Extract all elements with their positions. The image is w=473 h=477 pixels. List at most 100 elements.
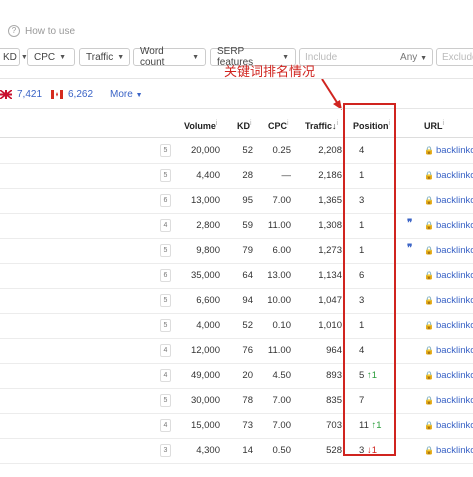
cpc-cell: 7.00 <box>272 420 292 431</box>
volume-cell: 35,000 <box>190 270 220 281</box>
url-link[interactable]: 🔒 backlinko <box>424 220 473 231</box>
cpc-cell: 10.00 <box>267 295 291 306</box>
column-url-label: URL <box>424 121 443 131</box>
volume-cell: 30,000 <box>190 395 220 406</box>
url-link[interactable]: 🔒 backlinko <box>424 245 473 256</box>
table-row: 5 4,400 28—2,186 1 🔒 backlinko <box>0 163 473 189</box>
traffic-cell: 1,365 <box>318 195 342 206</box>
country-ca-value: 6,262 <box>68 89 94 100</box>
word-count-badge: 4 <box>160 369 171 382</box>
top-bar <box>0 0 473 44</box>
kd-cell: 76 <box>242 345 253 356</box>
url-text: backlinko <box>435 445 473 456</box>
word-count-badge: 6 <box>160 269 171 282</box>
word-count-badge: 5 <box>160 394 171 407</box>
filter-kd-label: KD <box>3 51 17 63</box>
traffic-cell: 1,308 <box>318 220 342 231</box>
url-link[interactable]: 🔒 backlinko <box>424 320 473 331</box>
url-link[interactable]: 🔒 backlinko <box>424 370 473 381</box>
volume-cell: 4,300 <box>196 445 220 456</box>
divider <box>0 78 473 79</box>
kd-cell: 73 <box>242 420 253 431</box>
traffic-cell: 528 <box>326 445 342 456</box>
exclude-input[interactable]: Exclude <box>436 48 473 66</box>
cpc-cell: 11.00 <box>267 220 291 231</box>
url-text: backlinko <box>435 320 473 331</box>
word-count-badge: 5 <box>160 244 171 257</box>
serp-quote-icon[interactable]: ❞ <box>407 243 412 254</box>
kd-cell: 28 <box>242 170 253 181</box>
url-link[interactable]: 🔒 backlinko <box>424 420 473 431</box>
lock-icon: 🔒 <box>424 321 434 330</box>
volume-cell: 9,800 <box>196 245 220 256</box>
url-link[interactable]: 🔒 backlinko <box>424 195 473 206</box>
any-select[interactable]: Any ▼ <box>400 52 427 63</box>
url-text: backlinko <box>435 145 473 156</box>
volume-cell: 12,000 <box>190 345 220 356</box>
volume-cell: 6,600 <box>196 295 220 306</box>
url-text: backlinko <box>435 345 473 356</box>
chevron-down-icon: ▼ <box>192 53 199 61</box>
how-to-use-link[interactable]: ? How to use <box>8 25 75 37</box>
info-icon: i <box>215 120 218 127</box>
column-volume[interactable]: Volumei <box>184 120 217 131</box>
url-text: backlinko <box>435 420 473 431</box>
uk-flag-icon <box>0 90 12 99</box>
table-row: 3 4,300 14 0.50 528 3 ↓1 🔒 backlinko <box>0 438 473 464</box>
traffic-cell: 2,208 <box>318 145 342 156</box>
column-kd[interactable]: KDi <box>237 120 252 131</box>
url-link[interactable]: 🔒 backlinko <box>424 445 473 456</box>
lock-icon: 🔒 <box>424 221 434 230</box>
table-row: 4 12,000 76 11.00 964 4 🔒 backlinko <box>0 338 473 364</box>
cpc-cell: — <box>281 170 292 181</box>
url-link[interactable]: 🔒 backlinko <box>424 295 473 306</box>
how-to-use-label: How to use <box>25 25 76 37</box>
url-text: backlinko <box>435 170 473 181</box>
lock-icon: 🔒 <box>424 421 434 430</box>
traffic-cell: 1,047 <box>318 295 342 306</box>
filter-word-count[interactable]: Word count ▼ <box>133 46 206 68</box>
url-text: backlinko <box>435 245 473 256</box>
filter-kd-partial[interactable]: KD ▼ <box>0 48 28 66</box>
traffic-cell: 1,134 <box>318 270 342 281</box>
lock-icon: 🔒 <box>424 396 434 405</box>
traffic-cell: 964 <box>326 345 342 356</box>
help-icon: ? <box>8 25 20 37</box>
word-count-badge: 5 <box>160 169 171 182</box>
word-count-badge: 5 <box>160 144 171 157</box>
table-row: 4 49,000 20 4.50 893 5 ↑1 🔒 backlinko <box>0 363 473 389</box>
url-link[interactable]: 🔒 backlinko <box>424 345 473 356</box>
traffic-cell: 835 <box>326 395 342 406</box>
url-text: backlinko <box>435 370 473 381</box>
table-row: 5 30,000 78 7.00 835 7 🔒 backlinko <box>0 388 473 414</box>
include-input[interactable]: Include Any ▼ <box>299 48 433 66</box>
more-countries-button[interactable]: More ▼ <box>110 89 143 100</box>
url-text: backlinko <box>435 295 473 306</box>
kd-cell: 14 <box>242 445 253 456</box>
lock-icon: 🔒 <box>424 296 434 305</box>
serp-quote-icon[interactable]: ❞ <box>407 218 412 229</box>
word-count-badge: 4 <box>160 419 171 432</box>
any-label: Any <box>400 51 418 63</box>
kd-cell: 94 <box>242 295 253 306</box>
country-uk[interactable]: 7,421 <box>0 89 42 100</box>
url-link[interactable]: 🔒 backlinko <box>424 395 473 406</box>
column-url[interactable]: URLi <box>424 120 444 131</box>
filter-traffic[interactable]: Traffic ▼ <box>79 48 130 66</box>
word-count-badge: 4 <box>160 219 171 232</box>
filter-traffic-label: Traffic <box>86 51 114 63</box>
chevron-down-icon: ▼ <box>59 53 67 61</box>
filter-cpc[interactable]: CPC ▼ <box>27 48 75 66</box>
country-ca[interactable]: 6,262 <box>51 89 93 100</box>
lock-icon: 🔒 <box>424 171 434 180</box>
column-cpc[interactable]: CPCi <box>268 120 289 131</box>
url-link[interactable]: 🔒 backlinko <box>424 145 473 156</box>
url-link[interactable]: 🔒 backlinko <box>424 170 473 181</box>
table-row: 6 13,000 95 7.00 1,365 3 🔒 backlinko <box>0 188 473 214</box>
traffic-cell: 703 <box>326 420 342 431</box>
table-row: 5 4,000 52 0.10 1,010 1 🔒 backlinko <box>0 313 473 339</box>
info-icon: i <box>250 120 252 127</box>
url-link[interactable]: 🔒 backlinko <box>424 270 473 281</box>
word-count-badge: 5 <box>160 319 171 332</box>
column-traffic[interactable]: Traffic↓i <box>305 120 338 131</box>
